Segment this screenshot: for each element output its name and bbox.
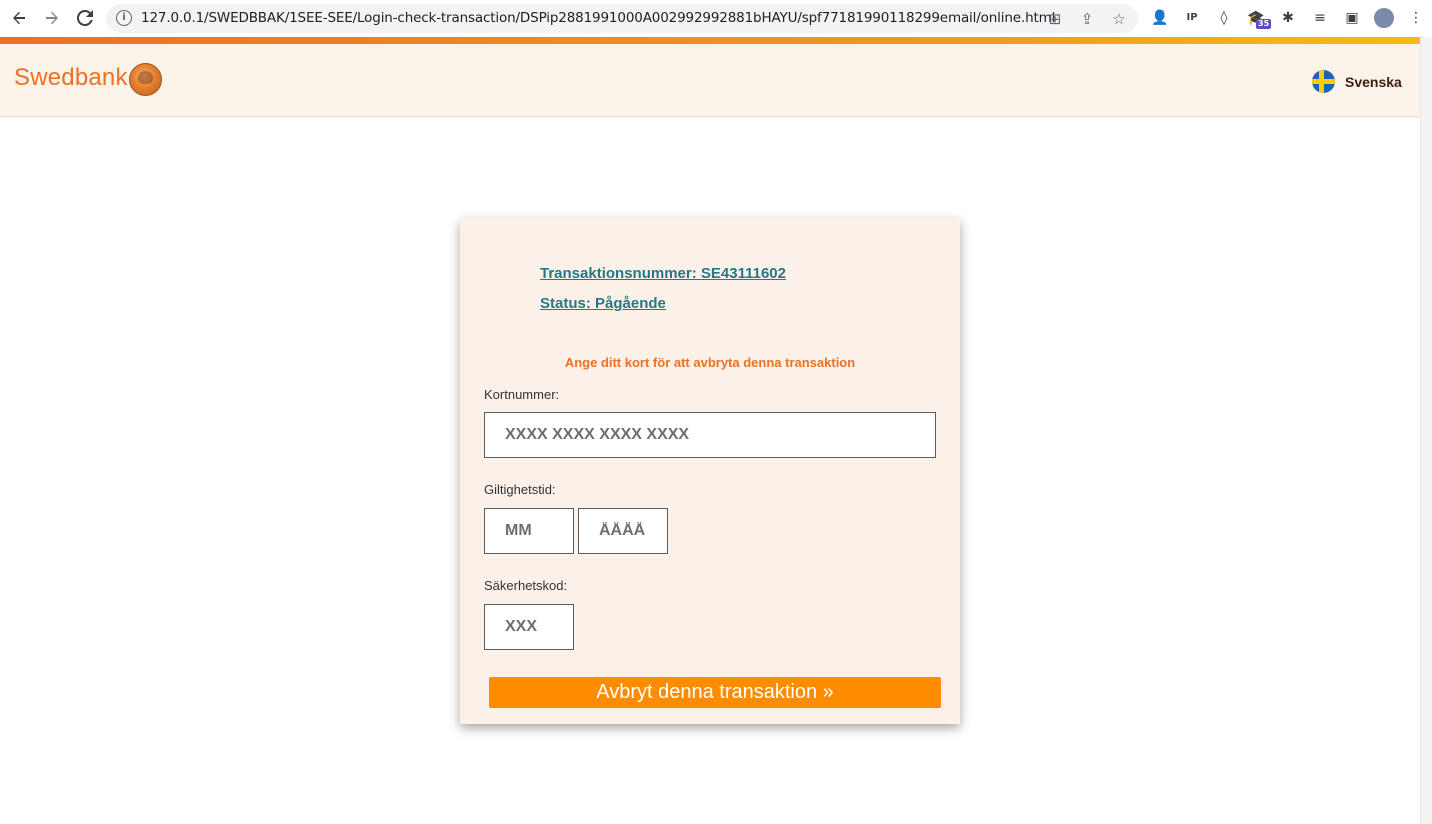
transaction-status[interactable]: Status: Pågående (540, 295, 666, 312)
profile-avatar[interactable] (1374, 8, 1394, 28)
card-number-input[interactable] (484, 412, 936, 458)
language-label: Svenska (1345, 73, 1402, 90)
site-info-icon[interactable]: i (116, 10, 132, 26)
more-menu-icon[interactable]: ⋮ (1406, 8, 1426, 28)
url-text: 127.0.0.1/SWEDBBAK/1SEE-SEE/Login-check-… (141, 10, 1056, 26)
extension-spy-icon[interactable]: 👤 (1150, 8, 1170, 28)
language-selector[interactable]: Svenska (1312, 70, 1402, 93)
puzzle-extensions-icon[interactable]: ✱ (1278, 8, 1298, 28)
cvv-label: Säkerhetskod: (484, 578, 568, 593)
reload-icon[interactable] (74, 7, 96, 29)
bookmark-star-icon[interactable]: ☆ (1110, 10, 1128, 28)
forward-arrow-icon[interactable] (41, 7, 63, 29)
cancel-transaction-card: Transaktionsnummer: SE43111602 Status: P… (460, 218, 960, 724)
brand-stripe (0, 37, 1420, 44)
extension-shield-icon[interactable]: ◊ (1214, 8, 1234, 28)
instruction-text: Ange ditt kort för att avbryta denna tra… (564, 355, 856, 370)
extension-badge: 35 (1256, 19, 1272, 29)
site-header: Swedbank Svenska (0, 44, 1420, 117)
extension-graduation-icon[interactable]: 🎓 35 (1246, 8, 1272, 29)
address-bar[interactable]: i 127.0.0.1/SWEDBBAK/1SEE-SEE/Login-chec… (106, 4, 1138, 33)
expiry-year-input[interactable] (578, 508, 668, 554)
page-scrollbar[interactable] (1420, 37, 1432, 824)
expiry-label: Giltighetstid: (484, 482, 556, 497)
logo-text: Swedbank (14, 64, 128, 91)
cvv-input[interactable] (484, 604, 574, 650)
side-panel-icon[interactable]: ▣ (1342, 8, 1362, 28)
extension-ip-icon[interactable]: IP (1182, 8, 1202, 28)
translate-icon[interactable]: ⊞ (1046, 10, 1064, 28)
cancel-transaction-button[interactable]: Avbryt denna transaktion » (489, 677, 941, 708)
back-arrow-icon[interactable] (8, 7, 30, 29)
transaction-number[interactable]: Transaktionsnummer: SE43111602 (540, 265, 786, 282)
media-queue-icon[interactable]: ≡ (1310, 8, 1330, 28)
oak-logo-icon (129, 63, 162, 96)
browser-toolbar: i 127.0.0.1/SWEDBBAK/1SEE-SEE/Login-chec… (0, 0, 1432, 37)
share-icon[interactable]: ⇪ (1078, 10, 1096, 28)
expiry-month-input[interactable] (484, 508, 574, 554)
card-number-label: Kortnummer: (484, 387, 560, 402)
swedish-flag-icon (1312, 70, 1335, 93)
